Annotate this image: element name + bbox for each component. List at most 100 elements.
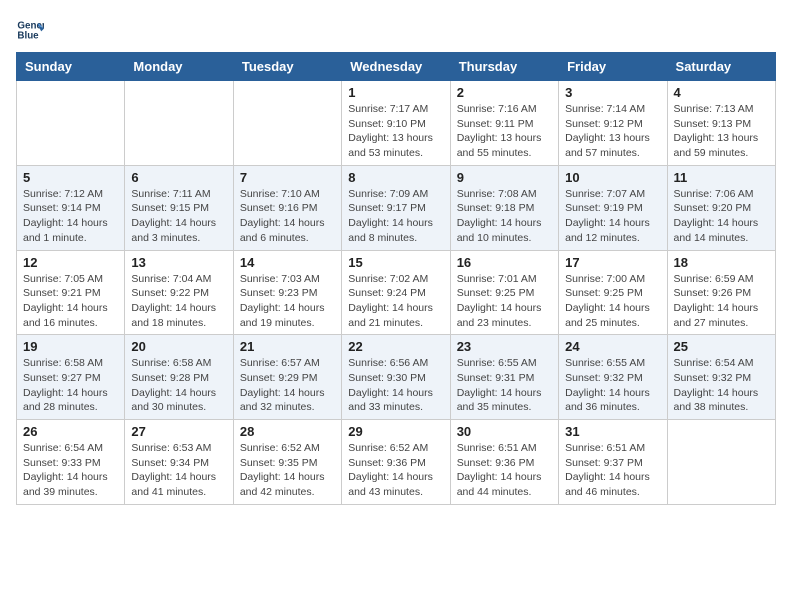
day-number: 8 bbox=[348, 170, 443, 185]
day-number: 26 bbox=[23, 424, 118, 439]
day-of-week-header: Friday bbox=[559, 53, 667, 81]
calendar-day-cell: 1 Sunrise: 7:17 AM Sunset: 9:10 PM Daylig… bbox=[342, 81, 450, 166]
calendar-day-cell: 18 Sunrise: 6:59 AM Sunset: 9:26 PM Dayli… bbox=[667, 250, 775, 335]
calendar-day-cell: 13 Sunrise: 7:04 AM Sunset: 9:22 PM Dayli… bbox=[125, 250, 233, 335]
day-number: 10 bbox=[565, 170, 660, 185]
day-info: Sunrise: 7:04 AM Sunset: 9:22 PM Dayligh… bbox=[131, 272, 226, 331]
calendar-day-cell: 29 Sunrise: 6:52 AM Sunset: 9:36 PM Dayli… bbox=[342, 420, 450, 505]
calendar-day-cell: 12 Sunrise: 7:05 AM Sunset: 9:21 PM Dayli… bbox=[17, 250, 125, 335]
calendar-empty-cell bbox=[667, 420, 775, 505]
logo-icon: General Blue bbox=[16, 16, 44, 44]
day-number: 24 bbox=[565, 339, 660, 354]
day-info: Sunrise: 7:10 AM Sunset: 9:16 PM Dayligh… bbox=[240, 187, 335, 246]
calendar-day-cell: 21 Sunrise: 6:57 AM Sunset: 9:29 PM Dayli… bbox=[233, 335, 341, 420]
day-number: 30 bbox=[457, 424, 552, 439]
day-info: Sunrise: 7:02 AM Sunset: 9:24 PM Dayligh… bbox=[348, 272, 443, 331]
day-number: 7 bbox=[240, 170, 335, 185]
calendar-day-cell: 16 Sunrise: 7:01 AM Sunset: 9:25 PM Dayli… bbox=[450, 250, 558, 335]
day-info: Sunrise: 7:01 AM Sunset: 9:25 PM Dayligh… bbox=[457, 272, 552, 331]
calendar-day-cell: 30 Sunrise: 6:51 AM Sunset: 9:36 PM Dayli… bbox=[450, 420, 558, 505]
calendar-day-cell: 8 Sunrise: 7:09 AM Sunset: 9:17 PM Daylig… bbox=[342, 165, 450, 250]
day-info: Sunrise: 7:12 AM Sunset: 9:14 PM Dayligh… bbox=[23, 187, 118, 246]
day-number: 2 bbox=[457, 85, 552, 100]
calendar-day-cell: 26 Sunrise: 6:54 AM Sunset: 9:33 PM Dayli… bbox=[17, 420, 125, 505]
day-number: 9 bbox=[457, 170, 552, 185]
day-info: Sunrise: 6:52 AM Sunset: 9:35 PM Dayligh… bbox=[240, 441, 335, 500]
day-number: 3 bbox=[565, 85, 660, 100]
day-number: 21 bbox=[240, 339, 335, 354]
calendar-week-row: 5 Sunrise: 7:12 AM Sunset: 9:14 PM Daylig… bbox=[17, 165, 776, 250]
day-info: Sunrise: 7:05 AM Sunset: 9:21 PM Dayligh… bbox=[23, 272, 118, 331]
calendar-empty-cell bbox=[125, 81, 233, 166]
day-info: Sunrise: 6:55 AM Sunset: 9:31 PM Dayligh… bbox=[457, 356, 552, 415]
day-number: 23 bbox=[457, 339, 552, 354]
calendar-table: SundayMondayTuesdayWednesdayThursdayFrid… bbox=[16, 52, 776, 505]
calendar-day-cell: 14Sunrise: 7:03 AM Sunset: 9:23 PM Dayli… bbox=[233, 250, 341, 335]
calendar-day-cell: 3Sunrise: 7:14 AM Sunset: 9:12 PM Daylig… bbox=[559, 81, 667, 166]
calendar-day-cell: 6 Sunrise: 7:11 AM Sunset: 9:15 PM Daylig… bbox=[125, 165, 233, 250]
calendar-day-cell: 27Sunrise: 6:53 AM Sunset: 9:34 PM Dayli… bbox=[125, 420, 233, 505]
day-info: Sunrise: 6:59 AM Sunset: 9:26 PM Dayligh… bbox=[674, 272, 769, 331]
day-info: Sunrise: 6:51 AM Sunset: 9:36 PM Dayligh… bbox=[457, 441, 552, 500]
day-of-week-header: Saturday bbox=[667, 53, 775, 81]
day-info: Sunrise: 7:09 AM Sunset: 9:17 PM Dayligh… bbox=[348, 187, 443, 246]
day-number: 25 bbox=[674, 339, 769, 354]
day-number: 18 bbox=[674, 255, 769, 270]
day-info: Sunrise: 6:58 AM Sunset: 9:27 PM Dayligh… bbox=[23, 356, 118, 415]
day-number: 22 bbox=[348, 339, 443, 354]
day-number: 13 bbox=[131, 255, 226, 270]
day-number: 12 bbox=[23, 255, 118, 270]
logo: General Blue bbox=[16, 16, 48, 44]
calendar-day-cell: 23 Sunrise: 6:55 AM Sunset: 9:31 PM Dayli… bbox=[450, 335, 558, 420]
calendar-empty-cell bbox=[233, 81, 341, 166]
day-info: Sunrise: 7:11 AM Sunset: 9:15 PM Dayligh… bbox=[131, 187, 226, 246]
day-of-week-header: Monday bbox=[125, 53, 233, 81]
day-info: Sunrise: 7:03 AM Sunset: 9:23 PM Dayligh… bbox=[240, 272, 335, 331]
day-number: 1 bbox=[348, 85, 443, 100]
day-of-week-header: Thursday bbox=[450, 53, 558, 81]
day-number: 5 bbox=[23, 170, 118, 185]
day-number: 31 bbox=[565, 424, 660, 439]
day-number: 27 bbox=[131, 424, 226, 439]
calendar-day-cell: 5 Sunrise: 7:12 AM Sunset: 9:14 PM Daylig… bbox=[17, 165, 125, 250]
day-info: Sunrise: 7:08 AM Sunset: 9:18 PM Dayligh… bbox=[457, 187, 552, 246]
calendar-week-row: 1 Sunrise: 7:17 AM Sunset: 9:10 PM Daylig… bbox=[17, 81, 776, 166]
day-info: Sunrise: 7:13 AM Sunset: 9:13 PM Dayligh… bbox=[674, 102, 769, 161]
day-info: Sunrise: 6:57 AM Sunset: 9:29 PM Dayligh… bbox=[240, 356, 335, 415]
calendar-day-cell: 17 Sunrise: 7:00 AM Sunset: 9:25 PM Dayli… bbox=[559, 250, 667, 335]
day-number: 20 bbox=[131, 339, 226, 354]
day-info: Sunrise: 6:56 AM Sunset: 9:30 PM Dayligh… bbox=[348, 356, 443, 415]
day-number: 4 bbox=[674, 85, 769, 100]
calendar-day-cell: 19 Sunrise: 6:58 AM Sunset: 9:27 PM Dayli… bbox=[17, 335, 125, 420]
day-number: 6 bbox=[131, 170, 226, 185]
day-info: Sunrise: 7:00 AM Sunset: 9:25 PM Dayligh… bbox=[565, 272, 660, 331]
day-info: Sunrise: 6:52 AM Sunset: 9:36 PM Dayligh… bbox=[348, 441, 443, 500]
day-number: 16 bbox=[457, 255, 552, 270]
calendar-day-cell: 9 Sunrise: 7:08 AM Sunset: 9:18 PM Daylig… bbox=[450, 165, 558, 250]
day-info: Sunrise: 6:51 AM Sunset: 9:37 PM Dayligh… bbox=[565, 441, 660, 500]
calendar-day-cell: 11Sunrise: 7:06 AM Sunset: 9:20 PM Dayli… bbox=[667, 165, 775, 250]
day-info: Sunrise: 7:06 AM Sunset: 9:20 PM Dayligh… bbox=[674, 187, 769, 246]
calendar-day-cell: 4 Sunrise: 7:13 AM Sunset: 9:13 PM Daylig… bbox=[667, 81, 775, 166]
day-of-week-header: Tuesday bbox=[233, 53, 341, 81]
day-info: Sunrise: 6:55 AM Sunset: 9:32 PM Dayligh… bbox=[565, 356, 660, 415]
day-info: Sunrise: 6:58 AM Sunset: 9:28 PM Dayligh… bbox=[131, 356, 226, 415]
day-info: Sunrise: 7:17 AM Sunset: 9:10 PM Dayligh… bbox=[348, 102, 443, 161]
calendar-day-cell: 22 Sunrise: 6:56 AM Sunset: 9:30 PM Dayli… bbox=[342, 335, 450, 420]
calendar-day-cell: 7 Sunrise: 7:10 AM Sunset: 9:16 PM Daylig… bbox=[233, 165, 341, 250]
calendar-day-cell: 25 Sunrise: 6:54 AM Sunset: 9:32 PM Dayli… bbox=[667, 335, 775, 420]
page-header: General Blue bbox=[16, 16, 776, 44]
day-of-week-header: Wednesday bbox=[342, 53, 450, 81]
day-number: 15 bbox=[348, 255, 443, 270]
calendar-empty-cell bbox=[17, 81, 125, 166]
day-info: Sunrise: 6:54 AM Sunset: 9:32 PM Dayligh… bbox=[674, 356, 769, 415]
calendar-day-cell: 20 Sunrise: 6:58 AM Sunset: 9:28 PM Dayli… bbox=[125, 335, 233, 420]
calendar-week-row: 19 Sunrise: 6:58 AM Sunset: 9:27 PM Dayli… bbox=[17, 335, 776, 420]
day-info: Sunrise: 6:54 AM Sunset: 9:33 PM Dayligh… bbox=[23, 441, 118, 500]
calendar-day-cell: 24 Sunrise: 6:55 AM Sunset: 9:32 PM Dayli… bbox=[559, 335, 667, 420]
day-of-week-header: Sunday bbox=[17, 53, 125, 81]
day-number: 28 bbox=[240, 424, 335, 439]
day-number: 29 bbox=[348, 424, 443, 439]
day-number: 19 bbox=[23, 339, 118, 354]
day-number: 17 bbox=[565, 255, 660, 270]
